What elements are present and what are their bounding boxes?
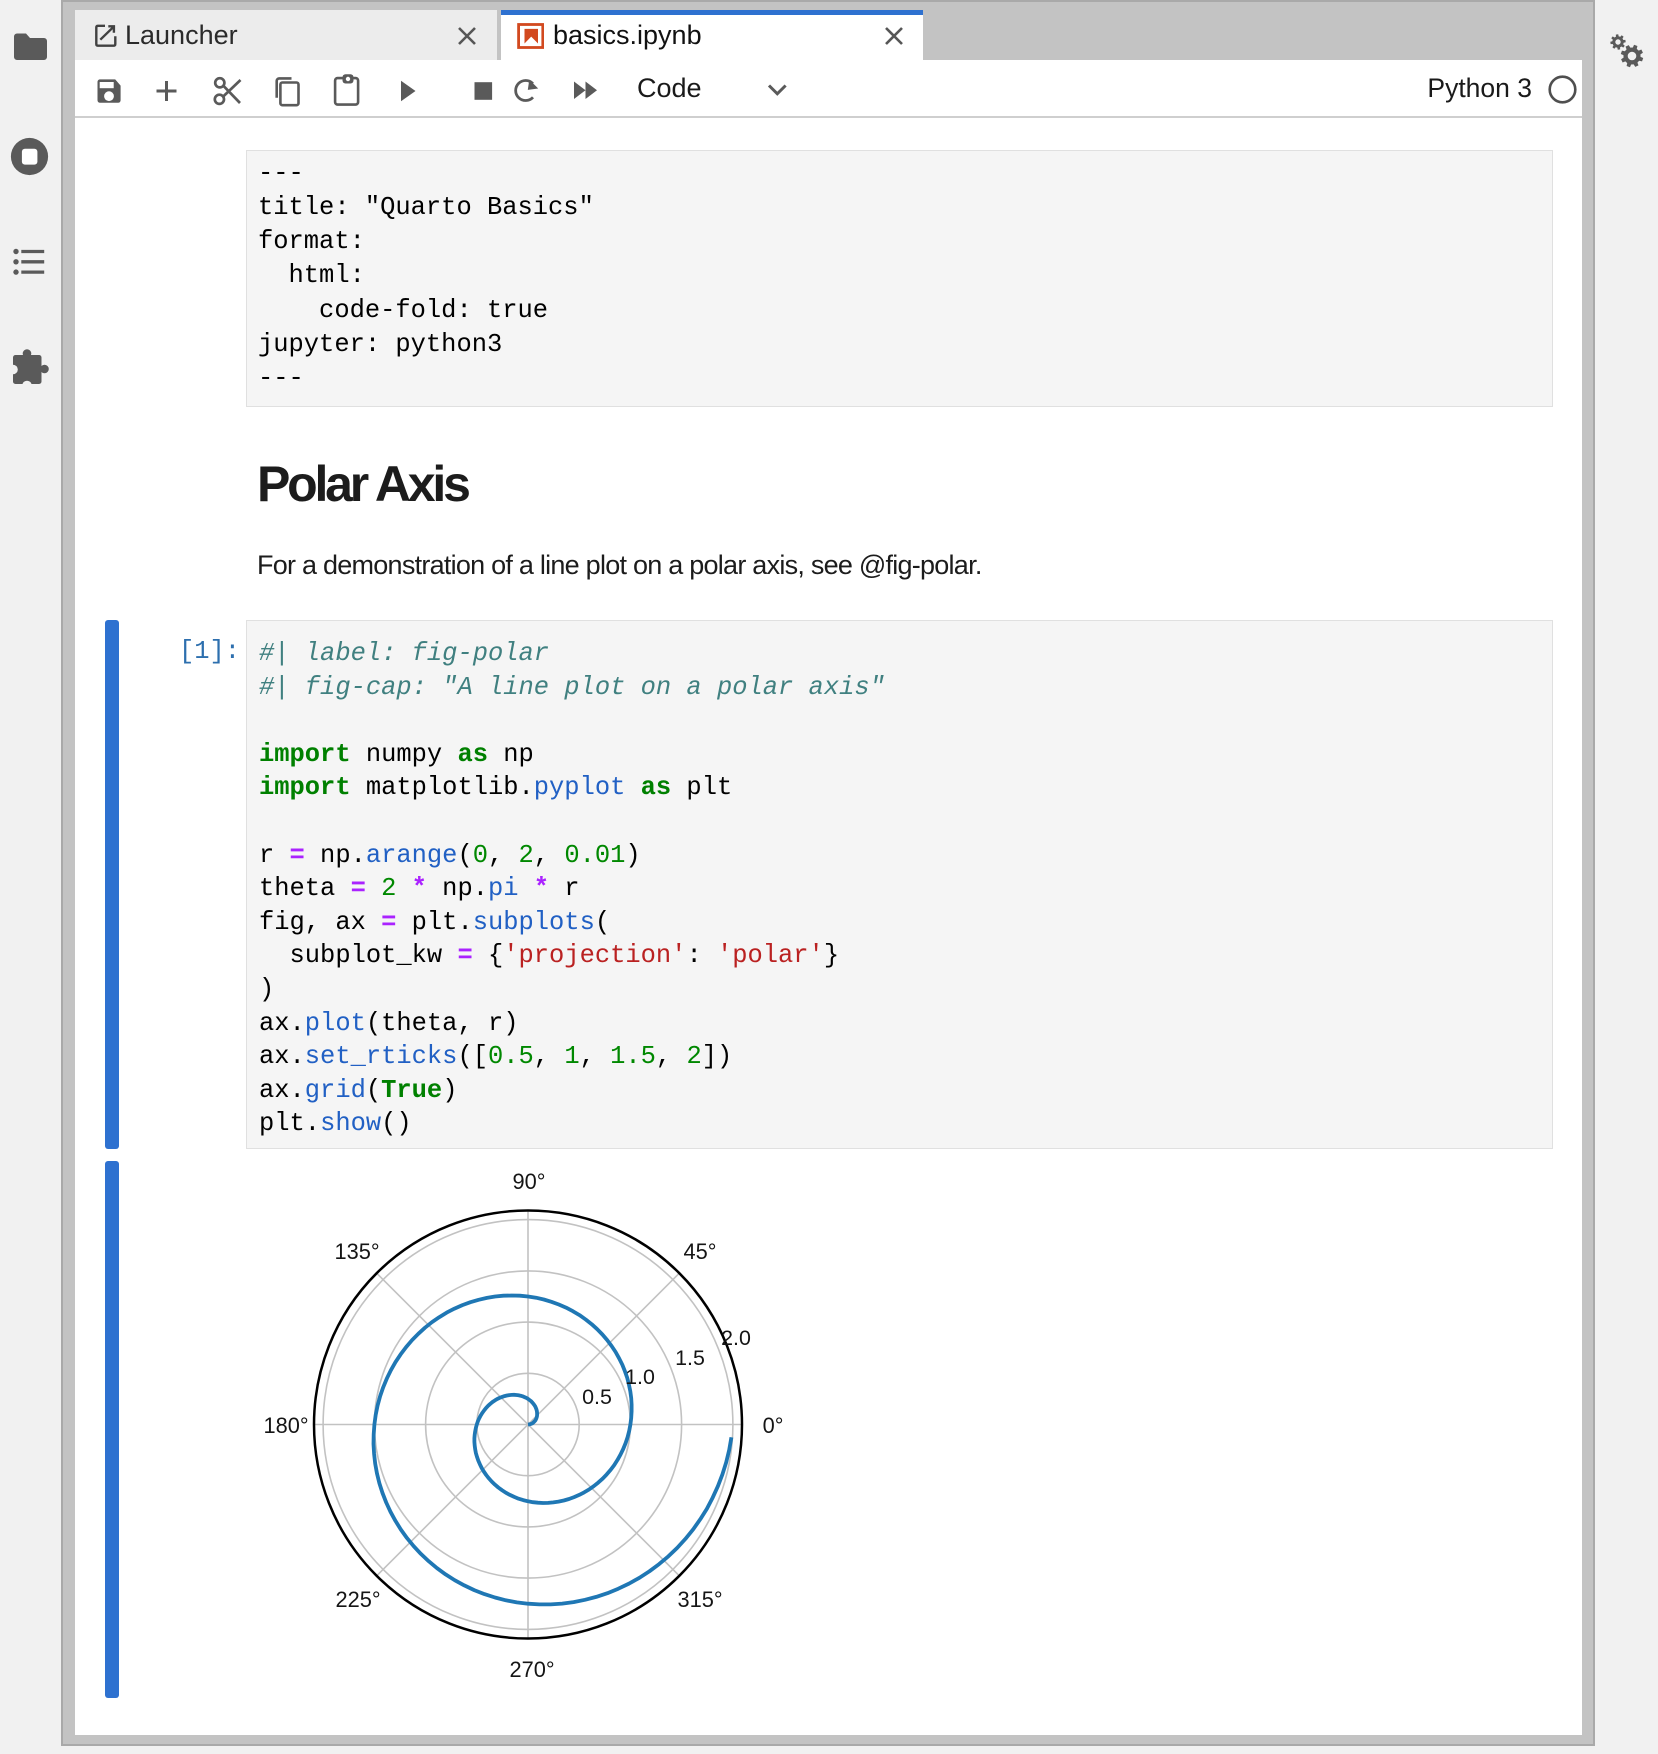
svg-text:1.5: 1.5 xyxy=(675,1346,705,1370)
svg-text:0°: 0° xyxy=(763,1413,784,1438)
svg-text:225°: 225° xyxy=(335,1587,380,1612)
svg-text:315°: 315° xyxy=(677,1587,722,1612)
svg-text:45°: 45° xyxy=(684,1239,717,1264)
svg-text:180°: 180° xyxy=(263,1413,308,1438)
svg-text:135°: 135° xyxy=(334,1239,379,1264)
svg-text:2.0: 2.0 xyxy=(721,1326,751,1350)
svg-text:90°: 90° xyxy=(513,1169,546,1194)
svg-text:1.0: 1.0 xyxy=(625,1365,655,1389)
svg-text:0.5: 0.5 xyxy=(582,1385,612,1409)
svg-text:270°: 270° xyxy=(509,1657,554,1682)
